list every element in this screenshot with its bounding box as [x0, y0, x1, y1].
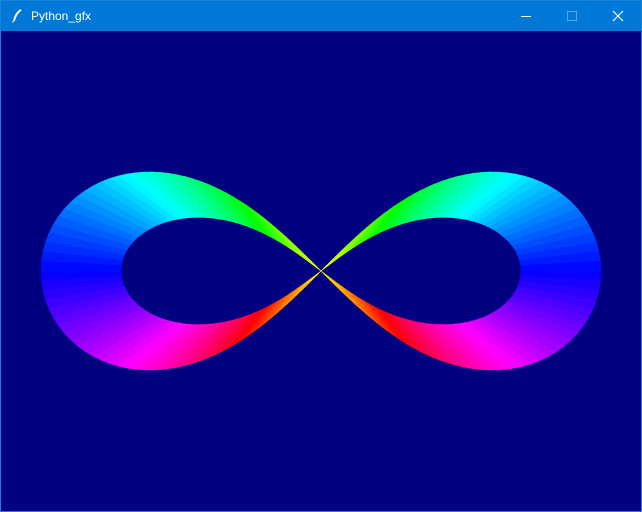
ribbon-segment [320, 270, 327, 277]
app-window: Python_gfx [0, 0, 642, 512]
maximize-button[interactable] [549, 1, 595, 31]
title-bar[interactable]: Python_gfx [1, 1, 641, 31]
close-button[interactable] [595, 1, 641, 31]
maximize-icon [567, 11, 577, 21]
minimize-icon [521, 16, 531, 17]
close-icon [612, 10, 624, 22]
minimize-button[interactable] [503, 1, 549, 31]
window-title: Python_gfx [31, 9, 92, 23]
graphics-canvas[interactable] [1, 31, 641, 511]
feather-icon [9, 8, 25, 24]
infinity-drawing [40, 171, 602, 371]
